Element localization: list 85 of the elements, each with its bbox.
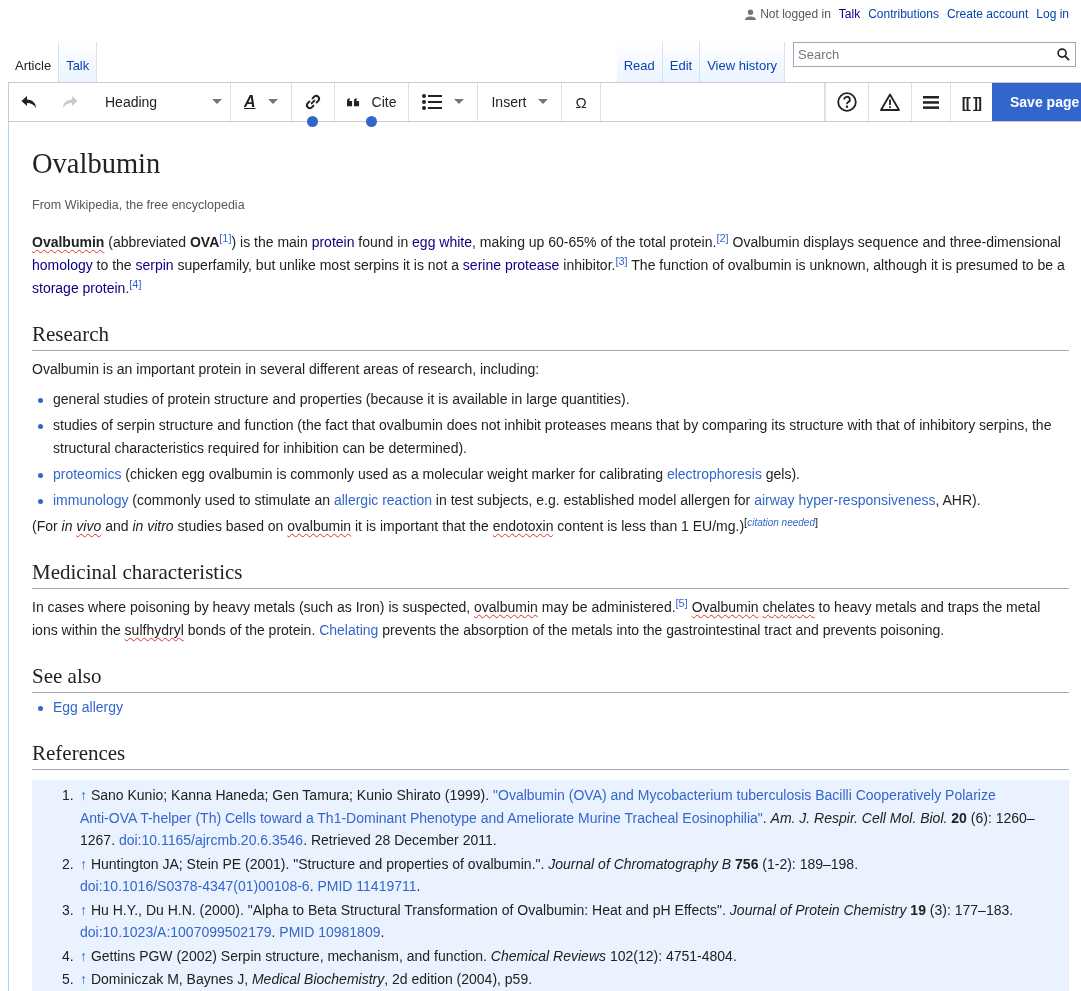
link[interactable]: doi:10.1023/A:1007099502179 [80, 924, 272, 940]
reference-number: 1. [62, 786, 75, 805]
bullet-icon [38, 473, 43, 478]
link[interactable]: proteomics [53, 466, 122, 482]
reference-link[interactable]: [5] [675, 597, 688, 609]
section-heading: References [32, 739, 1069, 770]
paragraph: Ovalbumin is an important protein in several different areas of research, including: [32, 360, 541, 379]
link[interactable]: ↑ [80, 947, 87, 964]
quote-icon [346, 97, 360, 107]
section-heading: See also [32, 662, 1069, 693]
paragraph: Ovalbumin (abbreviated OVA$^{[1]}$) is the main protein found in egg white, making up 60-65% of the total protein.$^{[2]}$ Ovalbumin displays sequence and three-dimensional homology to the serpin superfamily, but unlike most serpins it is not a serine protease inhibitor.$^{[3]}$ The function of ovalbumin is unknown, although it is presumed to be a storage protein.$^{[4]}$ [32, 231, 1066, 298]
search-field[interactable]: Search [793, 42, 1076, 67]
reference-link[interactable]: [4] [129, 278, 142, 290]
caret-icon [454, 99, 465, 105]
user-icon [745, 8, 757, 20]
section-heading: Research [32, 320, 1069, 351]
reference-text: ↑ Dominiczak M, Baynes J, Medical Biochemistry, 2d edition (2004), p59. [80, 970, 534, 989]
bullet-icon [38, 398, 43, 403]
dropdown-button[interactable]: Heading [91, 83, 231, 121]
reference-number: 4. [62, 946, 75, 966]
link[interactable]: allergic reaction [333, 492, 432, 508]
reference-link[interactable]: [2] [716, 232, 729, 244]
list-item-text: studies of serpin structure and function (the fact that ovalbumin does not inhibit proteases means that by comparing its structure with that of inhibitory serpins, the structural characteristics required for inhibition can be determined). [53, 416, 1053, 458]
login-status: Not logged in [760, 7, 831, 21]
list-item-text: proteomics (chicken egg ovalbumin is commonly used as a molecular weight marker for calibrating electrophoresis gels). [53, 465, 800, 484]
cite-button[interactable]: Cite [334, 88, 409, 116]
link[interactable]: electrophoresis [666, 466, 762, 482]
list-item-text: general studies of protein structure and properties (because it is available in large quantities). [53, 390, 630, 409]
tab[interactable]: Read [616, 42, 663, 82]
help-icon [836, 92, 857, 112]
link[interactable]: homology [32, 257, 93, 273]
tab[interactable]: Edit [662, 42, 701, 82]
personal-link[interactable]: Log in [1036, 7, 1069, 21]
caret-icon [538, 99, 549, 105]
link[interactable]: ↑ [80, 787, 87, 803]
reference-link[interactable]: [1] [219, 232, 232, 244]
link[interactable]: serine protease [462, 257, 560, 273]
link[interactable]: serpin [135, 257, 174, 273]
menu-icon [922, 95, 939, 109]
caret-icon [267, 99, 278, 105]
reference-link[interactable]: [3] [615, 255, 628, 267]
reference-text: ↑ Huntington JA; Stein PE (2001). "Structure and properties of ovalbumin.". Journal of Chromatography B 756 (1-2): 189–198. doi:10.1016/S0378-4347(01)00108-6. PMID 11419711. [80, 854, 860, 896]
reference-text: ↑ Sano Kunio; Kanna Haneda; Gen Tamura; Kunio Shirato (1999). "Ovalbumin (OVA) and Mycobacterium tuberculosis Bacilli Cooperatively Polarize Anti-OVA T-helper (Th) Cells toward a Th1-Dominant Phenotype and Ameliorate Murine Tracheal Eosinophilia". Am. J. Respir. Cell Mol. Biol. 20 (6): 1260–1267. doi:10.1165/ajrcmb.20.6.3546. Retrieved 28 December 2011. [80, 786, 1036, 850]
chain-link-icon [303, 93, 322, 111]
page-title: Ovalbumin [32, 147, 162, 181]
personal-link[interactable]: Contributions [868, 7, 939, 21]
list-item-text: immunology (commonly used to stimulate an allergic reaction in test subjects, e.g. established model allergen for airway hyper-responsiveness, AHR). [53, 491, 981, 510]
reference-text: ↑ Gettins PGW (2002) Serpin structure, mechanism, and function. Chemical Reviews 102(12): 4751-4804. [80, 946, 738, 966]
personal-link[interactable]: Talk [838, 7, 861, 21]
link[interactable]: PMID 11419711 [317, 878, 417, 894]
text-style-button[interactable]: A [231, 83, 292, 121]
reference-number: 5. [62, 970, 75, 989]
reference-number: 2. [62, 854, 75, 874]
reference-number: 3. [62, 900, 75, 920]
link[interactable]: Chelating [319, 622, 379, 638]
section-heading: Medicinal characteristics [32, 558, 1069, 589]
bullet-icon [38, 424, 43, 429]
tab[interactable]: Talk [59, 42, 98, 82]
link[interactable]: "Ovalbumin (OVA) and Mycobacterium tuberculosis Bacilli Cooperatively Polarize [493, 787, 996, 803]
special-character-button[interactable]: Ω [562, 83, 601, 121]
bullet-list-icon [422, 94, 443, 110]
link[interactable]: ↑ [80, 901, 87, 918]
save-button[interactable]: Save page [992, 83, 1081, 121]
curved-arrow-icon [62, 95, 78, 109]
warning-icon [879, 93, 900, 111]
curved-arrow-icon [21, 95, 37, 109]
link[interactable]: immunology [53, 492, 129, 508]
bullet-icon [38, 499, 43, 504]
caret-icon [212, 99, 222, 105]
bullet-icon [38, 706, 43, 711]
tab[interactable]: View history [700, 42, 785, 82]
link[interactable]: Anti-OVA T-helper (Th) Cells toward a Th1-Dominant Phenotype and Ameliorate Murine Tracheal Eosinophilia" [80, 809, 763, 826]
dropdown-button[interactable]: Insert [478, 83, 563, 121]
link[interactable]: ↑ [80, 971, 87, 987]
reference-text: ↑ Hu H.Y., Du H.N. (2000). "Alpha to Beta Structural Transformation of Ovalbumin: Heat and pH Effects". Journal of Protein Chemistry 19 (3): 177–183. doi:10.1023/A:1007099502179. PMID 10981809. [80, 900, 1015, 942]
link[interactable]: protein [311, 234, 355, 250]
paragraph: In cases where poisoning by heavy metals (such as Iron) is suspected, ovalbumin may be administered.$^{[5]}$ Ovalbumin chelates to heavy metals and traps the metal ions within the sulfhydryl bonds of the protein. Chelating prevents the absorption of the metals into the gastrointestinal tract and prevents poisoning. [32, 596, 1042, 640]
link[interactable]: egg white [412, 234, 472, 250]
link[interactable]: ↑ [80, 855, 87, 872]
tagline: From Wikipedia, the free encyclopedia [32, 197, 246, 214]
personal-link[interactable]: Create account [946, 7, 1029, 21]
link[interactable]: doi:10.1016/S0378-4347(01)00108-6 [80, 878, 310, 894]
citation-needed-link[interactable]: citation needed [747, 517, 815, 528]
link[interactable]: Egg allergy [53, 699, 124, 715]
search-icon[interactable] [1057, 48, 1070, 61]
